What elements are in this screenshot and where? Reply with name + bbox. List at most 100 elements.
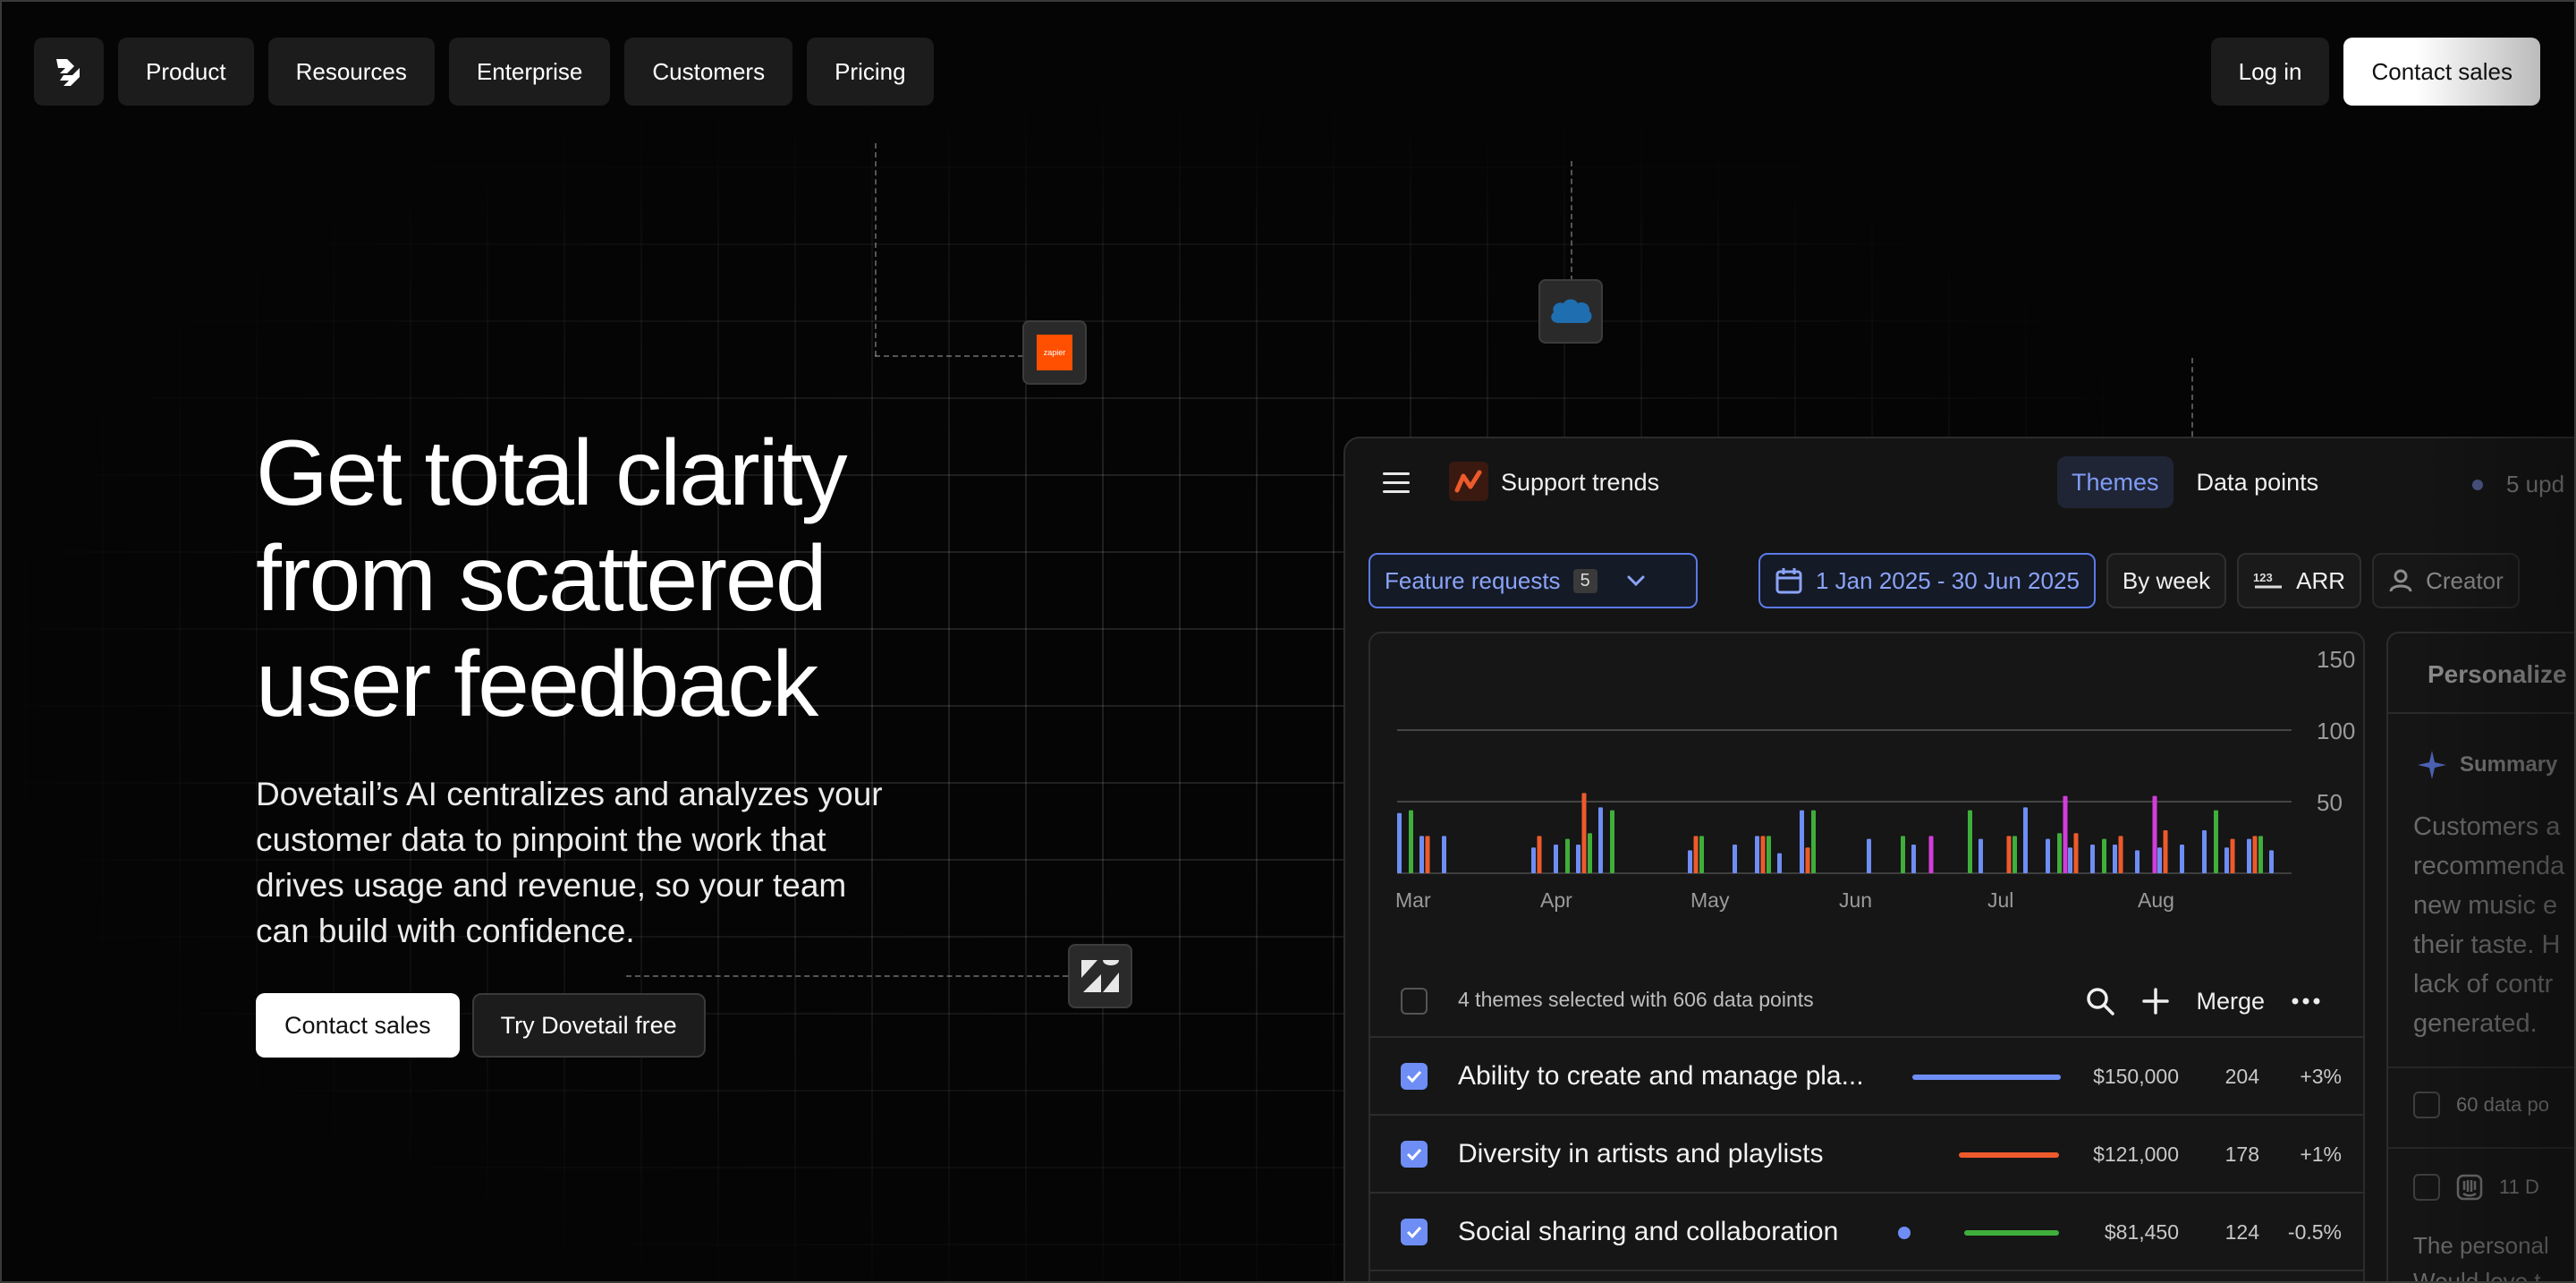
theme-arr: $121,000 [2093,1143,2179,1166]
feature-requests-filter[interactable]: Feature requests 5 [1368,553,1698,608]
chart-bar [1805,847,1810,873]
plus-icon[interactable] [2142,988,2170,1015]
x-tick-label: Mar [1395,888,1431,912]
nav-actions: Log in Contact sales [2210,38,2540,106]
contact-sales-nav-button[interactable]: Contact sales [2343,38,2540,106]
feature-filter-label: Feature requests [1385,566,1561,594]
chart-bar [2113,845,2117,873]
chart-bar [2202,830,2207,873]
y-tick-label: 50 [2317,789,2343,816]
source-date-label: 11 D [2499,1176,2539,1198]
calendar-icon [1775,568,1802,594]
hero-title-line: user feedback [256,633,818,736]
theme-change: +3% [2300,1065,2342,1088]
sparkle-icon [2418,751,2446,779]
personalize-card: Personalize Summary Customers a recommen… [2386,632,2576,1283]
chart-bar [1688,850,1692,873]
row-checkbox[interactable] [2413,1092,2440,1118]
zapier-logo-text: zapier [1043,348,1066,357]
product-panel: Support trends Themes Data points 5 upd … [1343,437,2576,1283]
tab-themes[interactable]: Themes [2057,456,2174,508]
search-icon[interactable] [2085,986,2115,1016]
chart-bar [1442,836,1446,873]
chart-bar [2012,836,2017,873]
table-toolbar: 4 themes selected with 606 data points M… [1370,964,2363,1038]
y-tick-label: 100 [2317,718,2355,744]
theme-name: Diversity in artists and playlists [1458,1139,1824,1168]
table-actions: Merge [2085,981,2320,1022]
top-shade [0,0,2576,233]
chart-bar [2102,838,2106,873]
row-checkbox[interactable] [1401,1141,1428,1168]
theme-change: +1% [2300,1143,2342,1166]
merge-button[interactable]: Merge [2196,988,2265,1015]
chart-bar [1755,836,1759,873]
source-row[interactable]: 11 D [2413,1174,2539,1201]
tab-data-points[interactable]: Data points [2182,456,2334,508]
chart-bar [2090,845,2095,873]
check-icon [1406,1148,1422,1161]
nav-customers[interactable]: Customers [624,38,793,106]
svg-text:123: 123 [2253,571,2273,584]
chart-bar [1760,836,1766,873]
x-tick-label: Jul [1987,888,2013,912]
chart-bar [2006,836,2012,873]
nav-product[interactable]: Product [118,38,254,106]
theme-row[interactable]: Ability to create and manage pla... $150… [1370,1038,2363,1116]
theme-row[interactable]: Social sharing and collaboration $81,450… [1370,1194,2363,1271]
zapier-icon: zapier [1037,335,1072,370]
nav-pricing[interactable]: Pricing [807,38,934,106]
chart-bar [1554,845,1558,873]
chart-bar [2157,847,2162,873]
arr-filter[interactable]: 123 ARR [2237,553,2362,608]
person-icon [2389,569,2412,592]
chart-bar [2152,795,2157,873]
date-range-filter[interactable]: 1 Jan 2025 - 30 Jun 2025 [1758,553,2096,608]
theme-arr-bar [1959,1152,2059,1158]
row-checkbox[interactable] [1401,1219,1428,1245]
chart-bar [1979,838,1983,873]
date-range-label: 1 Jan 2025 - 30 Jun 2025 [1816,566,2080,594]
zapier-node: zapier [1022,320,1087,385]
chart-bar [1598,807,1603,873]
chart-bar [2247,838,2251,873]
chart-bar [2135,850,2140,873]
hero-title-line: Get total clarity [256,421,848,525]
chart-bar [2163,830,2168,873]
menu-icon[interactable] [1383,472,1410,499]
chart-bar [1537,836,1542,873]
x-tick-label: Jun [1839,888,1872,912]
login-button[interactable]: Log in [2210,38,2330,106]
chart-bar [1610,810,1614,873]
by-week-filter[interactable]: By week [2106,553,2227,608]
theme-count: 124 [2224,1220,2259,1244]
row-checkbox[interactable] [2413,1174,2440,1201]
select-all-checkbox[interactable] [1401,988,1428,1015]
creator-filter[interactable]: Creator [2372,553,2520,608]
view-tabs: Themes Data points [2057,456,2333,508]
theme-row[interactable]: Diversity in artists and playlists $121,… [1370,1116,2363,1194]
feedback-line: The personal [2413,1232,2549,1259]
theme-change: -0.5% [2287,1220,2342,1244]
updates-indicator[interactable]: 5 upd [2472,471,2564,498]
try-free-button[interactable]: Try Dovetail free [471,993,706,1058]
salesforce-icon [1551,299,1592,323]
chart-bar [2258,836,2263,873]
feedback-text: The personal Would love t [2413,1228,2576,1283]
more-icon[interactable] [2292,998,2320,1005]
contact-sales-button[interactable]: Contact sales [256,993,460,1058]
zendesk-node [1068,944,1132,1008]
summary-line: Customers a [2413,812,2561,841]
data-points-row[interactable]: 60 data po [2413,1092,2549,1118]
chart-bar [1409,810,1413,873]
panel-header: Support trends Themes Data points 5 upd [1345,438,2576,528]
nav-resources[interactable]: Resources [267,38,435,106]
nav-enterprise[interactable]: Enterprise [448,38,611,106]
chart-bar [1733,845,1737,873]
x-tick-label: Apr [1540,888,1572,912]
row-checkbox[interactable] [1401,1063,1428,1090]
creator-label: Creator [2426,566,2504,594]
dovetail-logo-icon[interactable] [34,38,104,106]
summary-line: lack of contr [2413,970,2554,998]
chart-bar [2023,807,2028,873]
